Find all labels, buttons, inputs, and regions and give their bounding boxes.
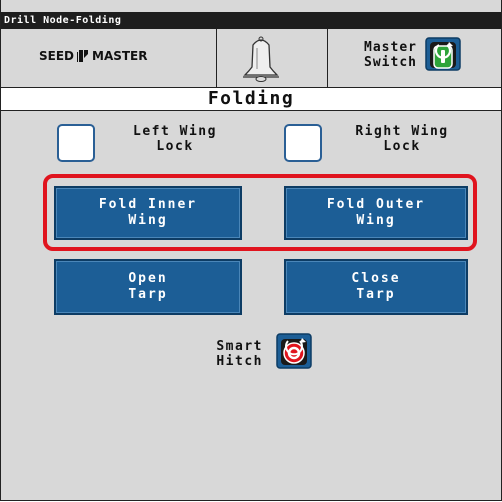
- open-tarp-button[interactable]: Open Tarp: [54, 259, 242, 315]
- header-divider: [216, 29, 217, 87]
- fold-inner-wing-button[interactable]: Fold Inner Wing: [54, 186, 242, 240]
- left-wing-lock-checkbox[interactable]: [57, 124, 95, 162]
- header-divider: [327, 29, 328, 87]
- close-tarp-button[interactable]: Close Tarp: [284, 259, 468, 315]
- smart-hitch-label: Smart Hitch: [216, 339, 263, 369]
- logo-mark-icon: [77, 50, 88, 62]
- page-title: Folding: [1, 88, 501, 111]
- header-bar: SEED MASTER Master Switch: [1, 29, 501, 88]
- logo-word-master: MASTER: [92, 49, 148, 63]
- master-switch-power-icon[interactable]: [425, 37, 461, 71]
- left-wing-lock-label: Left Wing Lock: [133, 124, 217, 154]
- right-wing-lock-label: Right Wing Lock: [355, 124, 449, 154]
- app-frame: Drill Node-Folding SEED MASTER Master Sw…: [0, 0, 502, 501]
- right-wing-lock-checkbox[interactable]: [284, 124, 322, 162]
- window-title: Drill Node-Folding: [1, 12, 501, 29]
- smart-hitch-power-icon[interactable]: [276, 333, 312, 369]
- master-switch-label: Master Switch: [364, 40, 417, 70]
- seed-master-logo: SEED MASTER: [39, 49, 148, 63]
- bell-icon[interactable]: [235, 33, 287, 85]
- fold-outer-wing-button[interactable]: Fold Outer Wing: [284, 186, 468, 240]
- logo-word-seed: SEED: [39, 49, 74, 63]
